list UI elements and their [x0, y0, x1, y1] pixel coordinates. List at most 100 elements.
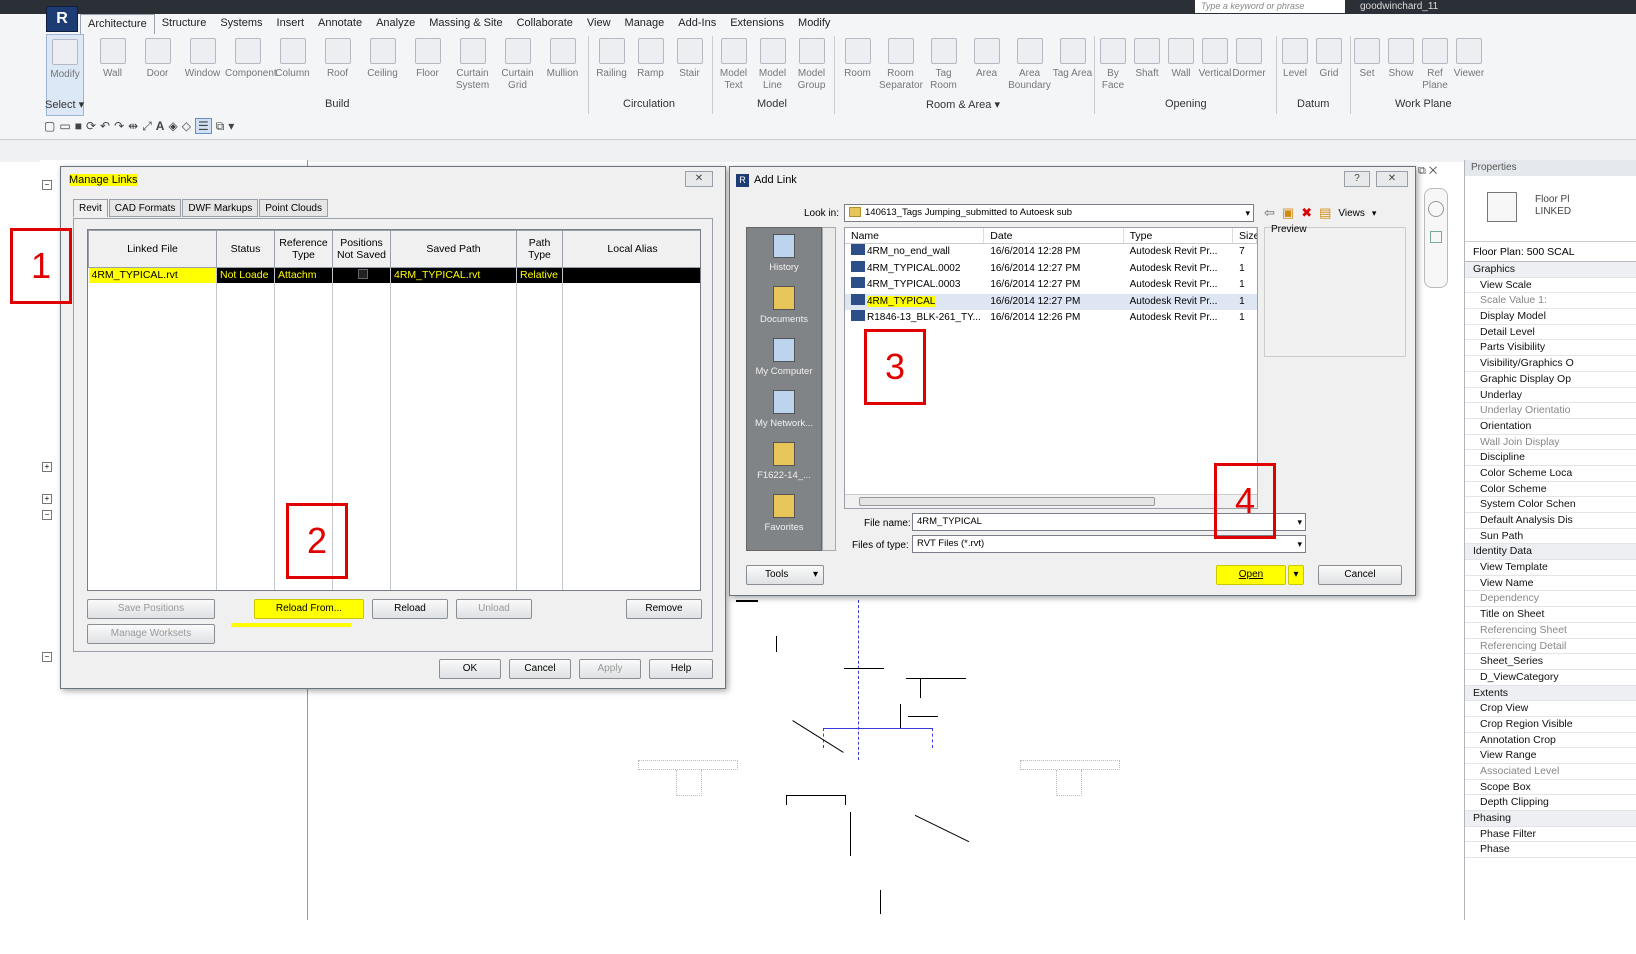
column-header[interactable]: Name: [845, 228, 985, 243]
measure-icon[interactable]: ⇹: [128, 119, 138, 133]
property-group[interactable]: Extents: [1465, 685, 1636, 702]
tab-cad-formats[interactable]: CAD Formats: [108, 199, 182, 217]
column-header[interactable]: Size: [1233, 228, 1257, 243]
file-size-cell[interactable]: 7: [1233, 244, 1257, 261]
property-row[interactable]: System Color Schen: [1465, 497, 1636, 513]
property-row[interactable]: Wall Join Display: [1465, 435, 1636, 451]
status-cell[interactable]: Not Loade: [216, 267, 275, 283]
property-row[interactable]: Color Scheme: [1465, 482, 1636, 498]
ribbon-button-floor[interactable]: Floor: [405, 34, 450, 116]
property-row[interactable]: Display Model: [1465, 309, 1636, 325]
file-row[interactable]: 4RM_TYPICAL 16/6/2014 12:27 PM Autodesk Re…: [845, 293, 1257, 311]
help-icon[interactable]: ?: [1344, 171, 1370, 187]
cancel-button[interactable]: Cancel: [1318, 565, 1402, 585]
column-header[interactable]: Positions Not Saved: [332, 230, 391, 268]
tree-expand-icon[interactable]: −: [42, 180, 52, 190]
property-row[interactable]: Graphic Display Op: [1465, 372, 1636, 388]
text-icon[interactable]: A: [156, 119, 165, 133]
file-name-cell[interactable]: 4RM_TYPICAL.0003: [845, 277, 984, 294]
ribbon-button-by-face[interactable]: By Face: [1096, 34, 1130, 116]
column-header[interactable]: Status: [216, 230, 275, 268]
ribbon-button-dormer[interactable]: Dormer: [1232, 34, 1266, 116]
ribbon-button-column[interactable]: Column: [270, 34, 315, 116]
property-group[interactable]: Identity Data: [1465, 544, 1636, 561]
property-row[interactable]: Dependency: [1465, 591, 1636, 608]
property-row[interactable]: Scale Value 1:: [1465, 293, 1636, 310]
ribbon-button-component[interactable]: Component: [225, 34, 277, 116]
file-row[interactable]: 4RM_TYPICAL.0002 16/6/2014 12:27 PM Autode…: [845, 260, 1257, 278]
views-menu[interactable]: Views: [1338, 208, 1365, 219]
ribbon-button-tag-area[interactable]: Tag Area: [1051, 34, 1094, 116]
tab-add-ins[interactable]: Add-Ins: [671, 14, 723, 34]
ribbon-button-stair[interactable]: Stair: [670, 34, 709, 116]
property-row[interactable]: Detail Level: [1465, 325, 1636, 341]
file-date-cell[interactable]: 16/6/2014 12:27 PM: [984, 294, 1123, 311]
file-type-cell[interactable]: Autodesk Revit Pr...: [1124, 244, 1233, 261]
property-row[interactable]: View Scale: [1465, 278, 1636, 294]
column-header[interactable]: Path Type: [516, 230, 563, 268]
file-name-cell[interactable]: R1846-13_BLK-261_TY...: [845, 310, 984, 327]
qat-dropdown-icon[interactable]: ▾: [228, 119, 234, 133]
tab-architecture[interactable]: Architecture: [80, 14, 155, 34]
file-row[interactable]: 4RM_no_end_wall 16/6/2014 12:28 PM Autodes…: [845, 244, 1257, 261]
property-row[interactable]: View Template: [1465, 560, 1636, 576]
property-row[interactable]: Annotation Crop: [1465, 733, 1636, 749]
ribbon-button-curtain-system[interactable]: Curtain System: [450, 34, 495, 116]
unload-button[interactable]: Unload: [456, 599, 532, 619]
help-button[interactable]: Help: [649, 659, 713, 679]
ribbon-button-room-separator[interactable]: Room Separator: [879, 34, 923, 116]
place-item[interactable]: F1622-14_...: [747, 436, 821, 488]
search-input[interactable]: Type a keyword or phrase: [1195, 0, 1345, 13]
positions-not-saved-cell[interactable]: [332, 267, 391, 283]
file-type-cell[interactable]: Autodesk Revit Pr...: [1124, 310, 1233, 327]
ribbon-button-set[interactable]: Set: [1350, 34, 1384, 116]
ribbon-button-shaft[interactable]: Shaft: [1130, 34, 1164, 116]
ribbon-button-ceiling[interactable]: Ceiling: [360, 34, 405, 116]
tab-revit[interactable]: Revit: [73, 199, 108, 217]
tab-analyze[interactable]: Analyze: [369, 14, 422, 34]
save-icon[interactable]: ■: [75, 119, 82, 133]
tab-point-clouds[interactable]: Point Clouds: [259, 199, 328, 217]
property-row[interactable]: Referencing Detail: [1465, 639, 1636, 655]
3d-view-icon[interactable]: ◈: [168, 119, 177, 133]
tree-expand-icon[interactable]: +: [42, 494, 52, 504]
property-row[interactable]: Title on Sheet: [1465, 607, 1636, 623]
column-header[interactable]: Local Alias: [562, 230, 700, 268]
property-row[interactable]: Associated Level: [1465, 764, 1636, 780]
tab-collaborate[interactable]: Collaborate: [510, 14, 580, 34]
column-header[interactable]: Type: [1124, 228, 1233, 243]
sync-icon[interactable]: ⟳: [86, 119, 96, 133]
file-date-cell[interactable]: 16/6/2014 12:27 PM: [984, 277, 1123, 294]
user-name[interactable]: goodwinchard_11: [1360, 0, 1438, 13]
redo-icon[interactable]: ↷: [114, 119, 124, 133]
file-date-cell[interactable]: 16/6/2014 12:26 PM: [984, 310, 1123, 327]
property-row[interactable]: Phase Filter: [1465, 827, 1636, 843]
property-group[interactable]: Graphics: [1465, 262, 1636, 278]
reload-from-button[interactable]: Reload From...: [254, 599, 364, 619]
save-positions-button[interactable]: Save Positions: [87, 599, 215, 619]
property-row[interactable]: Default Analysis Dis: [1465, 513, 1636, 529]
file-size-cell[interactable]: 1: [1233, 310, 1257, 327]
property-row[interactable]: Sheet_Series: [1465, 654, 1636, 670]
navigation-bar[interactable]: [1424, 188, 1448, 288]
open-dropdown-icon[interactable]: ▾: [1288, 565, 1304, 585]
file-size-cell[interactable]: 1: [1233, 261, 1257, 278]
look-in-select[interactable]: 140613_Tags Jumping_submitted to Autoesk…: [844, 204, 1254, 222]
ribbon-button-door[interactable]: Door: [135, 34, 180, 116]
tab-structure[interactable]: Structure: [155, 14, 214, 34]
column-header[interactable]: Saved Path: [390, 230, 517, 268]
open-icon[interactable]: ▭: [59, 119, 70, 133]
close-icon[interactable]: ✕: [685, 171, 713, 187]
property-row[interactable]: Discipline: [1465, 450, 1636, 466]
property-row[interactable]: Depth Clipping: [1465, 795, 1636, 812]
zoom-icon[interactable]: [1430, 231, 1442, 243]
ribbon-button-mullion[interactable]: Mullion: [540, 34, 585, 116]
ribbon-button-model-text[interactable]: Model Text: [714, 34, 753, 116]
app-menu-button[interactable]: R: [46, 6, 78, 32]
ribbon-button-window[interactable]: Window: [180, 34, 225, 116]
chevron-down-icon[interactable]: ▾: [1297, 514, 1302, 530]
remove-button[interactable]: Remove: [626, 599, 702, 619]
room-area-panel-label[interactable]: Room & Area ▾: [926, 98, 1000, 111]
property-row[interactable]: Phase: [1465, 842, 1636, 859]
table-row[interactable]: 4RM_TYPICAL.rvt Not Loade Attachm 4RM_TY…: [88, 267, 700, 283]
